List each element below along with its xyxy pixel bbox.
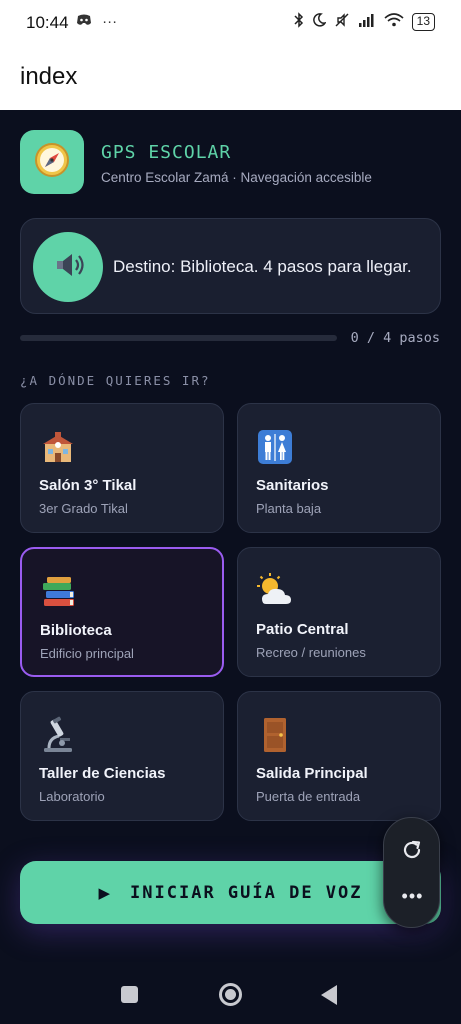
speaker-button[interactable] <box>33 232 103 302</box>
books-icon <box>40 573 78 611</box>
card-subtitle: Planta baja <box>256 501 322 516</box>
restroom-icon <box>256 428 294 466</box>
recent-apps-button[interactable] <box>121 986 138 1003</box>
card-title: Salón 3° Tikal <box>39 477 137 494</box>
battery-indicator: 13 <box>411 13 435 31</box>
brand-name: GPS ESCOLAR <box>101 142 232 163</box>
voice-announcement-card[interactable]: Destino: Biblioteca. 4 pasos para llegar… <box>20 218 441 314</box>
card-subtitle: Laboratorio <box>39 789 105 804</box>
refresh-icon[interactable] <box>400 838 424 862</box>
bluetooth-icon <box>294 12 304 32</box>
brand-header: GPS ESCOLAR Centro Escolar Zamá · Navega… <box>20 130 440 194</box>
speaker-icon <box>49 246 87 289</box>
destination-card-salon[interactable]: Salón 3° Tikal 3er Grado Tikal <box>20 403 224 533</box>
progress-bar <box>20 335 337 341</box>
back-button[interactable] <box>321 985 337 1005</box>
microscope-icon <box>39 716 77 754</box>
app-bar-title: index <box>20 63 78 90</box>
section-label: ¿A DÓNDE QUIERES IR? <box>20 373 211 388</box>
start-button-label: INICIAR GUÍA DE VOZ <box>130 882 363 903</box>
brand-subtitle: Centro Escolar Zamá · Navegación accesib… <box>101 170 372 185</box>
card-subtitle: Recreo / reuniones <box>256 645 366 660</box>
discord-icon <box>76 13 96 30</box>
card-title: Sanitarios <box>256 477 329 494</box>
card-subtitle: Edificio principal <box>40 646 134 661</box>
compass-icon <box>33 141 71 184</box>
status-bar: 10:44 ··· 13 <box>0 0 461 46</box>
card-title: Biblioteca <box>40 622 112 639</box>
card-title: Patio Central <box>256 621 349 638</box>
sun-cloud-icon <box>256 572 294 610</box>
destination-card-patio[interactable]: Patio Central Recreo / reuniones <box>237 547 441 677</box>
mute-icon <box>334 12 350 32</box>
more-dots-icon: ··· <box>102 13 118 30</box>
destination-card-sanitarios[interactable]: Sanitarios Planta baja <box>237 403 441 533</box>
progress-label: 0 / 4 pasos <box>350 330 440 346</box>
card-title: Taller de Ciencias <box>39 765 166 782</box>
moon-icon <box>312 13 327 31</box>
announcement-text: Destino: Biblioteca. 4 pasos para llegar… <box>113 257 412 276</box>
status-time: 10:44 <box>26 13 69 32</box>
start-voice-guide-button[interactable]: ▶ INICIAR GUÍA DE VOZ <box>20 861 441 924</box>
wifi-icon <box>384 13 404 31</box>
school-icon <box>39 428 77 466</box>
play-icon: ▶ <box>98 884 111 902</box>
signal-icon <box>358 13 376 31</box>
destination-card-taller[interactable]: Taller de Ciencias Laboratorio <box>20 691 224 821</box>
status-right-icons: 13 <box>294 12 435 32</box>
card-subtitle: Puerta de entrada <box>256 789 361 804</box>
floating-toolbar: ••• <box>383 817 440 928</box>
home-button[interactable] <box>219 983 242 1006</box>
card-title: Salida Principal <box>256 765 368 782</box>
app-bar: index <box>0 46 461 110</box>
destination-grid: Salón 3° Tikal 3er Grado Tikal Sanitario… <box>20 403 441 821</box>
destination-card-salida[interactable]: Salida Principal Puerta de entrada <box>237 691 441 821</box>
more-icon[interactable]: ••• <box>384 886 441 907</box>
door-icon <box>256 716 294 754</box>
card-subtitle: 3er Grado Tikal <box>39 501 128 516</box>
destination-card-biblioteca[interactable]: Biblioteca Edificio principal <box>20 547 224 677</box>
system-nav-bar <box>0 962 461 1024</box>
app-logo <box>20 130 84 194</box>
status-left-icons: ··· <box>76 13 117 30</box>
